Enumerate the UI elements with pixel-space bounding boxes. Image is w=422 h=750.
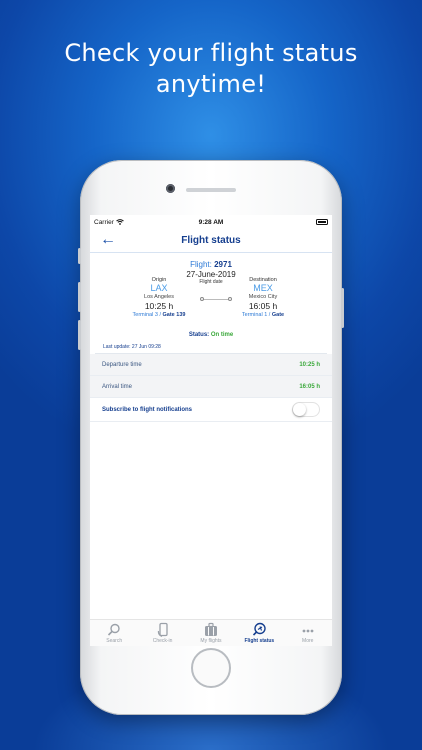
arrival-time-row: Arrival time 16:05 h [90,376,332,398]
phone-frame: Carrier 9:28 AM ← Flight status Flight: … [78,160,344,715]
origin-dot [200,297,204,301]
flight-status-icon [236,622,282,638]
battery-icon [316,219,328,225]
destination-column: Destination MEX Mexico City 16:05 h Term… [223,277,303,318]
flight-card: Flight: 2971 27-June-2019 Flight date Or… [95,256,327,354]
last-update: Last update: 27 Jun 09:28 [103,344,161,350]
flight-status: Status: On time [188,332,234,338]
origin-city: Los Angeles [144,294,174,300]
tab-label: More [302,638,314,644]
tab-bar: Search Check-in My flights Flight status [90,619,332,646]
phone-icon [140,622,186,638]
front-camera [166,184,175,193]
earpiece-speaker [186,188,236,192]
arrival-time-value: 16:05 h [299,383,320,390]
departure-time-value: 10:25 h [299,361,320,368]
toggle-knob [293,403,306,416]
search-icon [91,622,137,638]
origin-time: 10:25 h [144,301,174,311]
status-bar: Carrier 9:28 AM [90,215,332,229]
tab-label: Check-in [152,638,173,644]
tab-label: Flight status [244,638,275,644]
tab-label: My flights [200,638,222,644]
page-title: Flight status [181,235,241,246]
clock: 9:28 AM [198,218,224,226]
status-badge: On time [210,332,234,338]
tab-my-flights[interactable]: My flights [188,622,234,644]
arrival-time-label: Arrival time [102,383,133,390]
headline-line-1: Check your flight status [64,39,358,67]
origin-code: LAX [150,283,168,293]
tab-more[interactable]: More [285,622,331,644]
back-arrow-icon[interactable]: ← [100,232,116,248]
departure-time-row: Departure time 10:25 h [90,354,332,376]
luggage-icon [188,622,234,638]
nav-bar: ← Flight status [90,229,332,253]
volume-up-button [78,282,81,312]
subscribe-toggle[interactable] [292,402,320,417]
tab-check-in[interactable]: Check-in [140,622,186,644]
tab-search[interactable]: Search [91,622,137,644]
destination-code: MEX [253,283,273,293]
home-button[interactable] [191,648,231,688]
origin-column: Origin LAX Los Angeles 10:25 h Terminal … [119,277,199,318]
subscribe-row: Subscribe to flight notifications [90,398,332,422]
origin-terminal: Terminal 3 / Gate 139 [132,312,186,318]
more-icon [285,622,331,638]
tab-flight-status[interactable]: Flight status [236,622,282,644]
destination-terminal: Terminal 1 / Gate [241,312,285,318]
volume-down-button [78,320,81,350]
headline: Check your flight status anytime! [0,38,422,100]
flight-number: Flight: 2971 [190,260,232,269]
tab-label: Search [106,638,123,644]
departure-time-label: Departure time [102,361,142,368]
destination-time: 16:05 h [248,301,278,311]
mute-switch [78,248,81,264]
headline-line-2: anytime! [155,70,267,98]
subscribe-label: Subscribe to flight notifications [102,406,192,413]
power-button [341,288,344,328]
destination-city: Mexico City [248,294,278,300]
app-screen: Carrier 9:28 AM ← Flight status Flight: … [90,215,332,646]
